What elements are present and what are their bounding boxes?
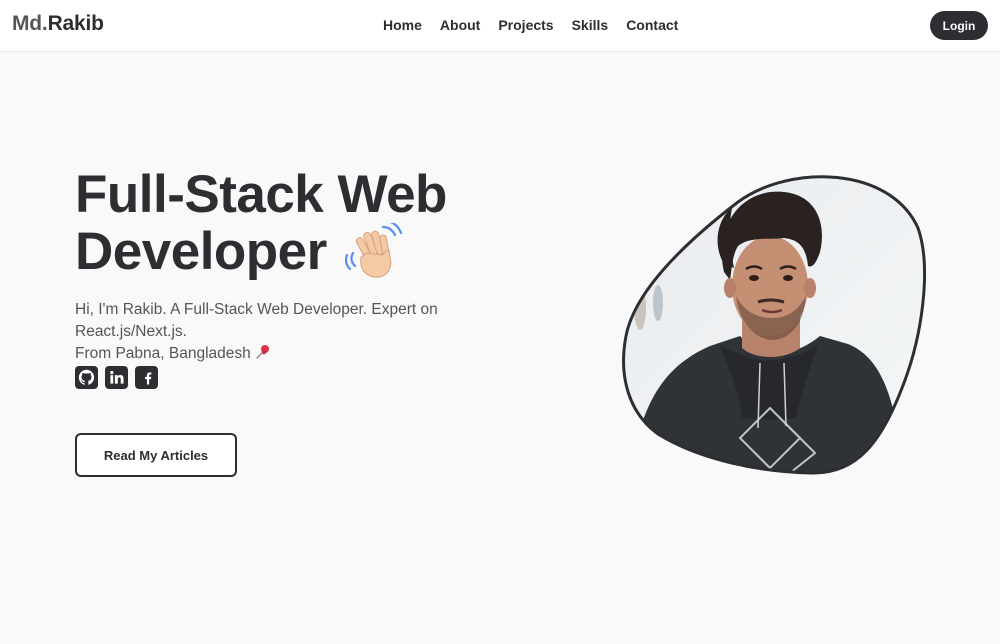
site-header: Md.Rakib Home About Projects Skills Cont… — [0, 0, 1000, 52]
nav-contact[interactable]: Contact — [626, 17, 678, 33]
github-icon[interactable] — [75, 366, 98, 389]
main-nav: Home About Projects Skills Contact — [383, 17, 678, 33]
linkedin-icon[interactable] — [105, 366, 128, 389]
waving-hand-icon — [344, 219, 403, 281]
hero-title-line-2: Developer — [75, 222, 327, 281]
read-articles-button[interactable]: Read My Articles — [75, 433, 237, 477]
nav-projects[interactable]: Projects — [498, 17, 553, 33]
nav-skills[interactable]: Skills — [572, 17, 609, 33]
hero-title-line-2-wrap: Developer — [75, 219, 535, 281]
logo-prefix: Md. — [12, 12, 48, 35]
hero-title-line-1: Full-Stack Web — [75, 165, 447, 224]
hero-title: Full-Stack Web Developer — [75, 166, 535, 281]
facebook-icon[interactable] — [135, 366, 158, 389]
hero-description-line-1: Hi, I'm Rakib. A Full-Stack Web Develope… — [75, 301, 438, 340]
hero-description-line-2: From Pabna, Bangladesh — [75, 345, 251, 362]
hero-description: Hi, I'm Rakib. A Full-Stack Web Develope… — [75, 299, 545, 365]
social-links — [75, 366, 158, 389]
nav-home[interactable]: Home — [383, 17, 422, 33]
profile-photo — [620, 168, 927, 476]
pushpin-icon — [255, 344, 271, 360]
logo-name: Rakib — [47, 12, 104, 35]
login-button[interactable]: Login — [930, 11, 988, 40]
site-logo[interactable]: Md.Rakib — [12, 12, 104, 36]
nav-about[interactable]: About — [440, 17, 480, 33]
